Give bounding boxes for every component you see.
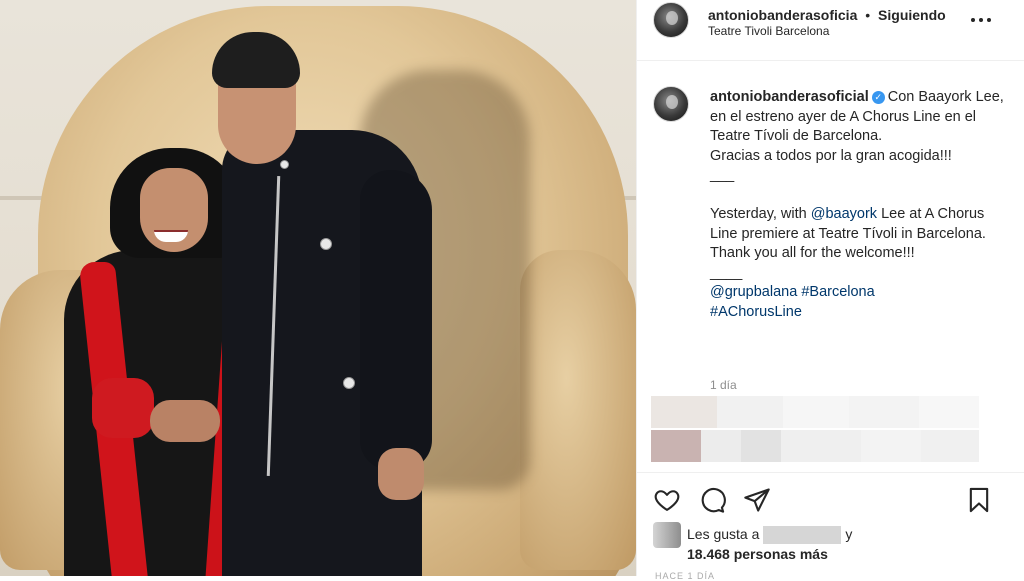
follow-status-button[interactable]: Siguiendo — [878, 7, 946, 23]
more-icon[interactable] — [971, 18, 993, 24]
blurred-block — [741, 430, 781, 462]
post-header: antoniobanderasoficia • Siguiendo Teatre… — [637, 0, 1024, 61]
blurred-block — [783, 396, 849, 428]
man-arm — [360, 170, 432, 470]
blurred-block — [651, 430, 701, 462]
header-username-line: antoniobanderasoficia • Siguiendo — [708, 7, 946, 23]
caption-tags-line-2: #AChorusLine — [710, 303, 1006, 323]
location-link[interactable]: Teatre Tivoli Barcelona — [708, 24, 829, 38]
caption-english: Yesterday, with @baayork Lee at A Chorus… — [710, 205, 1006, 264]
caption-spacer — [710, 186, 1006, 206]
caption-thanks: Gracias a todos por la gran acogida!!! — [710, 147, 952, 164]
caption-username[interactable]: antoniobanderasoficial — [710, 89, 869, 105]
jacket-button — [320, 238, 332, 250]
blurred-block — [717, 396, 783, 428]
woman-hands — [150, 400, 220, 442]
header-username[interactable]: antoniobanderasoficia — [708, 7, 857, 23]
caption-intro-line: antoniobanderasoficial ✓ Con Baayork Lee, … — [710, 88, 1006, 147]
caption-separator: ___ — [710, 167, 735, 183]
likes-prefix: Les gusta a — [687, 526, 760, 542]
mention-grupbalana[interactable]: @grupbalana — [710, 284, 797, 300]
post-photo[interactable] — [0, 0, 636, 576]
chair-arm-right — [520, 250, 636, 570]
blurred-block — [919, 396, 979, 428]
heart-icon[interactable] — [653, 486, 681, 514]
share-icon[interactable] — [743, 486, 771, 514]
woman-red-cuff — [92, 378, 154, 438]
verified-icon: ✓ — [871, 90, 885, 104]
likes-line: Les gusta a y — [687, 526, 853, 545]
hashtag-barcelona[interactable]: #Barcelona — [801, 284, 874, 300]
post-actions: Les gusta a y 18.468 personas más HACE 1 … — [637, 472, 1024, 581]
blurred-block — [651, 396, 717, 428]
header-dot: • — [865, 7, 871, 23]
caption-time-ago[interactable]: 1 día — [710, 378, 737, 392]
blurred-block — [849, 396, 919, 428]
post-side-panel: antoniobanderasoficia • Siguiendo Teatre… — [636, 0, 1024, 581]
bookmark-icon[interactable] — [965, 486, 993, 514]
likes-and: y — [845, 526, 853, 542]
caption-tags-line: @grupbalana #Barcelona — [710, 283, 1006, 303]
mention-baayork[interactable]: @baayork — [811, 206, 877, 222]
comment-icon[interactable] — [698, 486, 726, 514]
caption: antoniobanderasoficial ✓ Con Baayork Lee, … — [710, 88, 1006, 322]
blurred-block — [701, 430, 741, 462]
liker-avatar[interactable] — [653, 522, 681, 548]
instagram-post-view: antoniobanderasoficia • Siguiendo Teatre… — [0, 0, 1024, 581]
hashtag-achorusline[interactable]: #AChorusLine — [710, 304, 802, 320]
blurred-block — [921, 430, 979, 462]
redacted-liker-name — [763, 526, 842, 545]
blurred-block — [861, 430, 921, 462]
caption-english-prefix: Yesterday, with — [710, 206, 811, 222]
likes-count[interactable]: 18.468 personas más — [687, 546, 828, 562]
post-date: HACE 1 DÍA — [655, 571, 716, 581]
caption-avatar[interactable] — [653, 86, 689, 122]
caption-separator-2: ____ — [710, 264, 743, 281]
blurred-block — [781, 430, 861, 462]
man-hand — [378, 448, 424, 500]
jacket-button — [280, 160, 289, 169]
jacket-button — [343, 377, 355, 389]
author-avatar[interactable] — [653, 2, 689, 38]
